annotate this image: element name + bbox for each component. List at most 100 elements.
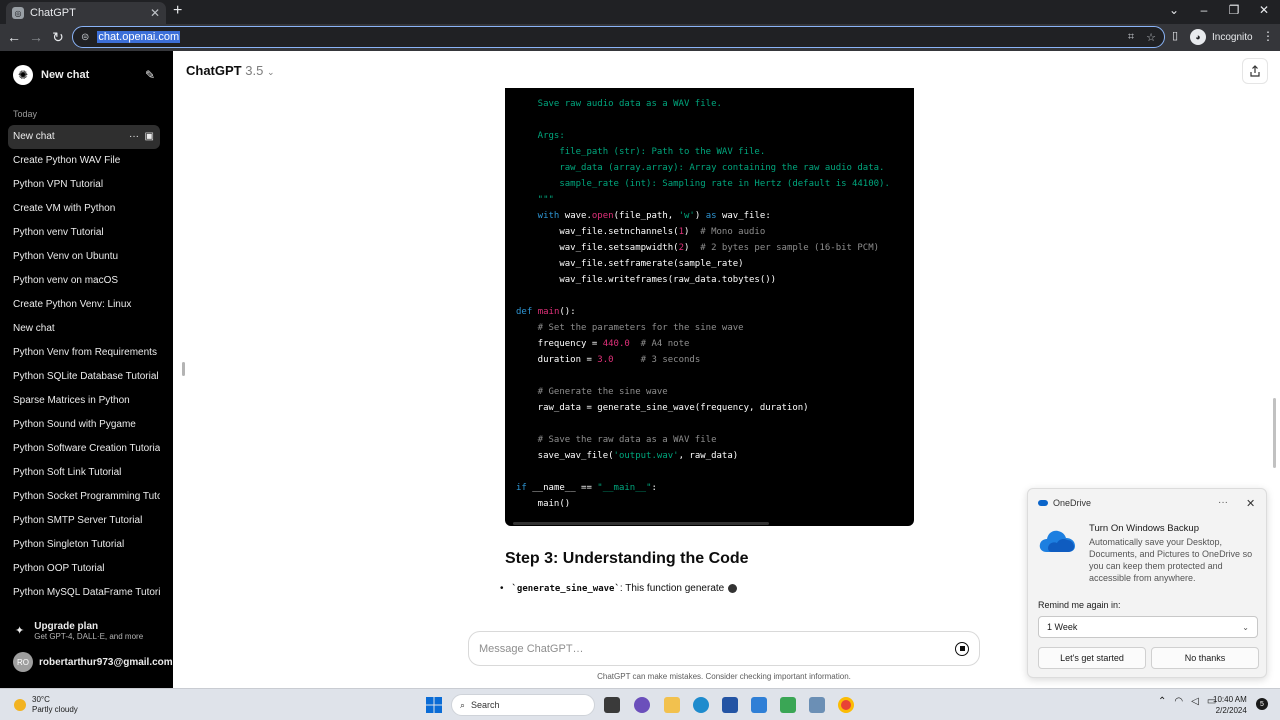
sidebar-chat-item[interactable]: Python Venv on Ubuntu	[8, 245, 160, 269]
site-info-icon[interactable]: ⊜	[81, 32, 89, 43]
message-input[interactable]	[479, 642, 955, 655]
sidebar-chat-item[interactable]: Python OOP Tutorial	[8, 557, 160, 581]
code-line: def main():	[516, 304, 890, 320]
code-token: # Generate the sine wave	[516, 387, 668, 397]
code-token: frequency =	[516, 339, 603, 349]
volume-icon[interactable]: ◁	[1191, 696, 1199, 707]
sidebar-chat-label: Create VM with Python	[13, 203, 116, 214]
page-scrollbar[interactable]	[1273, 398, 1276, 468]
browser-tab[interactable]: ◎ ChatGPT ✕	[6, 2, 166, 24]
sidebar-chat-item[interactable]: Create Python WAV File	[8, 149, 160, 173]
share-button[interactable]	[1242, 58, 1268, 84]
sidebar-chat-item[interactable]: Create VM with Python	[8, 197, 160, 221]
sidebar-chat-item[interactable]: Sparse Matrices in Python	[8, 389, 160, 413]
network-app-icon[interactable]	[809, 697, 825, 713]
sidebar-chat-item[interactable]: Python SMTP Server Tutorial	[8, 509, 160, 533]
taskbar-search[interactable]: ⌕ Search	[451, 694, 595, 716]
code-token: , raw_data)	[678, 451, 739, 461]
chrome-icon[interactable]	[838, 697, 854, 713]
task-view-icon[interactable]	[604, 697, 620, 713]
sidebar-chat-item[interactable]: Python venv Tutorial	[8, 221, 160, 245]
sidebar-collapse-handle[interactable]	[182, 362, 185, 376]
forward-icon[interactable]: →	[28, 29, 44, 45]
sidebar-chat-label: Python VPN Tutorial	[13, 179, 104, 190]
sidebar-chat-item[interactable]: Python SQLite Database Tutorial	[8, 365, 160, 389]
more-options-icon[interactable]: ···	[1218, 497, 1228, 508]
more-options-icon[interactable]: ···	[129, 131, 139, 142]
file-explorer-icon[interactable]	[664, 697, 680, 713]
minimize-icon[interactable]: –	[1194, 3, 1214, 17]
step-heading: Step 3: Understanding the Code	[505, 550, 749, 567]
side-panel-icon[interactable]: ▯	[1172, 29, 1178, 42]
vscode-icon[interactable]	[751, 697, 767, 713]
reload-icon[interactable]: ↻	[50, 29, 66, 46]
url-text[interactable]: chat.openai.com	[97, 31, 181, 43]
code-token: sample_rate (int): Sampling rate in Hert…	[516, 179, 890, 189]
new-tab-button[interactable]: +	[173, 2, 182, 20]
notepad-icon[interactable]	[780, 697, 796, 713]
store-icon[interactable]	[722, 697, 738, 713]
edge-browser-icon[interactable]	[693, 697, 709, 713]
model-name: ChatGPT	[186, 63, 242, 78]
code-line: save_wav_file('output.wav', raw_data)	[516, 448, 890, 464]
restore-icon[interactable]: ❐	[1224, 3, 1244, 17]
sidebar-chat-item[interactable]: Python Software Creation Tutorial	[8, 437, 160, 461]
back-icon[interactable]: ←	[6, 29, 22, 45]
code-token: as	[705, 211, 717, 221]
no-thanks-button[interactable]: No thanks	[1151, 647, 1259, 669]
clock[interactable]: 10:40 AM 2/2/2024	[1213, 694, 1247, 716]
upgrade-plan-button[interactable]: ✦ Upgrade plan Get GPT-4, DALL·E, and mo…	[15, 621, 143, 641]
sidebar-chat-item[interactable]: Create Python Venv: Linux	[8, 293, 160, 317]
code-token: main	[537, 307, 560, 317]
tab-search-icon[interactable]: ⌄	[1164, 3, 1184, 17]
code-line: # Save the raw data as a WAV file	[516, 432, 890, 448]
sidebar-chat-item[interactable]: Python VPN Tutorial	[8, 173, 160, 197]
code-horizontal-scrollbar[interactable]	[513, 522, 769, 525]
close-notification-icon[interactable]: ✕	[1246, 497, 1255, 510]
upgrade-title: Upgrade plan	[34, 621, 99, 632]
lets-get-started-button[interactable]: Let's get started	[1038, 647, 1146, 669]
sidebar-chat-item[interactable]: Python Venv from Requirements	[8, 341, 160, 365]
user-menu[interactable]: RO robertarthur973@gmail.com	[13, 652, 173, 672]
code-token: __name__ ==	[532, 483, 598, 493]
sidebar-chat-item[interactable]: Python Singleton Tutorial	[8, 533, 160, 557]
wifi-icon[interactable]: ◠	[1174, 696, 1183, 707]
chevron-down-icon: ⌄	[1242, 622, 1249, 632]
sidebar-chat-item[interactable]: New chat ··· ▣	[8, 125, 160, 149]
sidebar-chat-item[interactable]: Python Sound with Pygame	[8, 413, 160, 437]
edit-icon[interactable]: ✎	[145, 68, 155, 82]
sidebar-chat-item[interactable]: Python Soft Link Tutorial	[8, 461, 160, 485]
code-token: raw_data (array.array): Array containing…	[516, 163, 885, 173]
stop-generating-button[interactable]	[955, 641, 969, 656]
sidebar-chat-item[interactable]: Python venv on macOS	[8, 269, 160, 293]
code-token: 'w'	[678, 211, 695, 221]
close-window-icon[interactable]: ✕	[1254, 3, 1274, 17]
incognito-badge[interactable]: ◕ Incognito	[1190, 29, 1253, 45]
menu-kebab-icon[interactable]: ⋮	[1262, 29, 1274, 43]
model-selector[interactable]: ChatGPT 3.5 ⌄	[186, 63, 275, 78]
bookmark-star-icon[interactable]: ☆	[1146, 31, 1156, 44]
code-token: open	[591, 211, 614, 221]
notification-count-badge[interactable]: 5	[1256, 698, 1268, 710]
install-app-icon[interactable]: ⌗	[1128, 31, 1134, 44]
close-tab-icon[interactable]: ✕	[150, 6, 160, 20]
sidebar-chat-item[interactable]: Python Socket Programming Tuto	[8, 485, 160, 509]
chat-app-icon[interactable]	[634, 697, 650, 713]
sidebar-chat-item[interactable]: New chat	[8, 317, 160, 341]
weather-widget[interactable]: 30°C Partly cloudy	[14, 695, 78, 715]
new-chat-button[interactable]: ✺ New chat ✎	[8, 61, 160, 89]
remind-select[interactable]: 1 Week ⌄	[1038, 616, 1258, 638]
archive-icon[interactable]: ▣	[145, 131, 154, 142]
address-bar[interactable]: ⊜ chat.openai.com ⌗ ☆	[72, 26, 1165, 48]
openai-logo-icon: ✺	[13, 65, 33, 85]
sidebar-chat-label: Python Socket Programming Tuto	[13, 491, 160, 502]
onedrive-cloud-icon	[1039, 530, 1075, 552]
code-line: wav_file.setframerate(sample_rate)	[516, 256, 890, 272]
sidebar-chat-item[interactable]: Python MySQL DataFrame Tutorial	[8, 581, 160, 605]
code-token: if	[516, 483, 533, 493]
browser-toolbar: ← → ↻ ⊜ chat.openai.com ⌗ ☆ ▯ ◕ Incognit…	[0, 24, 1280, 51]
windows-start-icon[interactable]	[426, 697, 442, 713]
chevron-up-icon[interactable]: ⌃	[1158, 696, 1166, 707]
sidebar-chat-label: New chat	[13, 131, 55, 142]
